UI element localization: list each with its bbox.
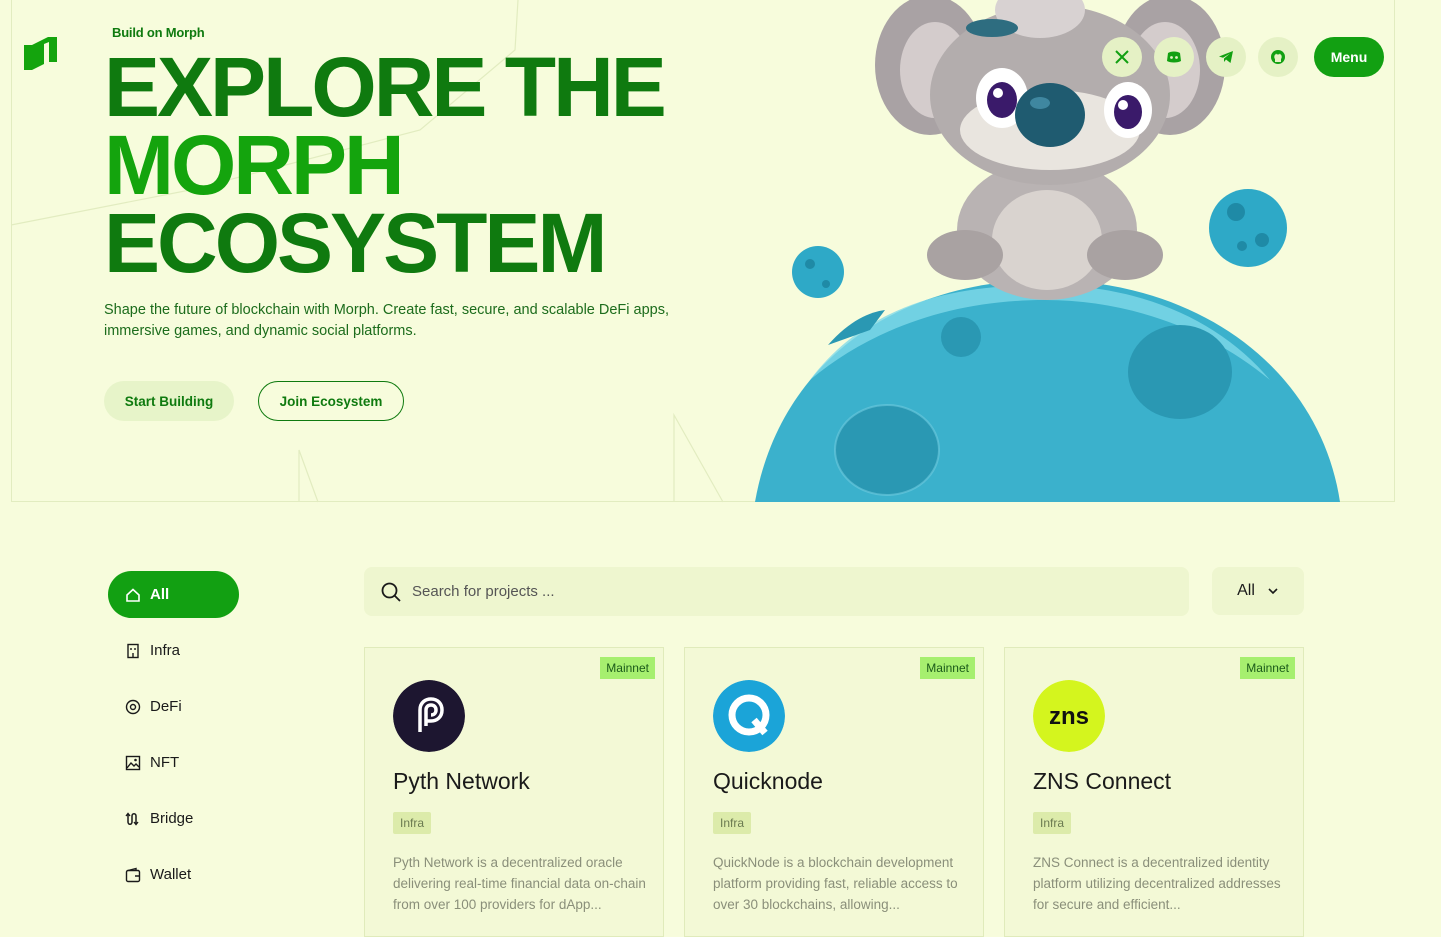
project-title: Quicknode (713, 768, 823, 794)
join-ecosystem-button[interactable]: Join Ecosystem (258, 381, 404, 421)
menu-button[interactable]: Menu (1314, 37, 1384, 77)
headline-line-2: MORPH (104, 118, 405, 212)
x-twitter-button[interactable] (1102, 37, 1142, 77)
project-title: Pyth Network (393, 768, 530, 794)
hero-subtitle: Shape the future of blockchain with Morp… (104, 302, 670, 339)
svg-text:zns: zns (1049, 703, 1089, 730)
project-description: ZNS Connect is a decentralized identity … (1033, 855, 1281, 912)
wallet-icon (125, 867, 141, 882)
home-icon (126, 587, 140, 602)
headline-line-3: ECOSYSTEM (104, 196, 607, 290)
category-label: All (150, 586, 170, 603)
project-card-pyth-network[interactable]: Mainnet Pyth Network Infra Pyth Network … (364, 647, 664, 937)
quicknode-logo (713, 680, 785, 752)
headline-line-1: EXPLORE THE (104, 40, 667, 134)
morph-logo[interactable] (24, 37, 57, 70)
project-title: ZNS Connect (1033, 768, 1172, 794)
pyth-logo (393, 680, 465, 752)
category-tag: Infra (713, 812, 752, 834)
category-wallet[interactable]: Wallet (108, 851, 239, 898)
discord-icon (1167, 51, 1181, 63)
telegram-button[interactable] (1206, 37, 1246, 77)
project-description: QuickNode is a blockchain development pl… (713, 855, 958, 912)
hero-eyebrow: Build on Morph (112, 25, 205, 40)
category-label: Bridge (150, 810, 194, 827)
network-filter-dropdown[interactable]: All (1212, 567, 1304, 615)
project-search[interactable] (364, 567, 1189, 616)
category-label: Wallet (150, 866, 192, 883)
category-tag: Infra (1033, 812, 1072, 834)
project-description: Pyth Network is a decentralized oracle d… (393, 855, 646, 912)
koala-mascot-illustration (755, 0, 1340, 502)
chevron-down-icon (1268, 588, 1278, 595)
category-nft[interactable]: NFT (108, 739, 239, 786)
category-defi[interactable]: DeFi (108, 683, 239, 730)
project-card-zns-connect[interactable]: Mainnet zns ZNS Connect Infra ZNS Connec… (1004, 647, 1304, 937)
zns-logo: zns (1033, 680, 1105, 752)
category-label: Infra (150, 642, 181, 659)
category-all[interactable]: All (108, 571, 239, 618)
discord-button[interactable] (1154, 37, 1194, 77)
image-icon (125, 755, 141, 770)
start-building-button[interactable]: Start Building (104, 381, 234, 421)
search-icon (381, 582, 401, 602)
github-icon (1271, 50, 1285, 64)
network-badge: Mainnet (920, 657, 975, 679)
network-badge: Mainnet (1240, 657, 1295, 679)
network-badge: Mainnet (600, 657, 655, 679)
filter-selected-value: All (1237, 582, 1255, 599)
building-icon (127, 643, 139, 658)
telegram-icon (1219, 51, 1233, 63)
search-input[interactable] (410, 582, 1174, 601)
category-tag: Infra (393, 812, 432, 834)
x-icon (1115, 50, 1129, 64)
hero-headline: EXPLORE THE MORPH ECOSYSTEM (104, 40, 667, 290)
project-card-quicknode[interactable]: Mainnet Quicknode Infra QuickNode is a b… (684, 647, 984, 937)
category-label: DeFi (150, 698, 182, 715)
category-infra[interactable]: Infra (108, 627, 239, 674)
category-bridge[interactable]: Bridge (108, 795, 239, 842)
coin-icon (125, 699, 141, 714)
github-button[interactable] (1258, 37, 1298, 77)
category-label: NFT (150, 754, 180, 771)
bridge-icon (125, 811, 139, 826)
